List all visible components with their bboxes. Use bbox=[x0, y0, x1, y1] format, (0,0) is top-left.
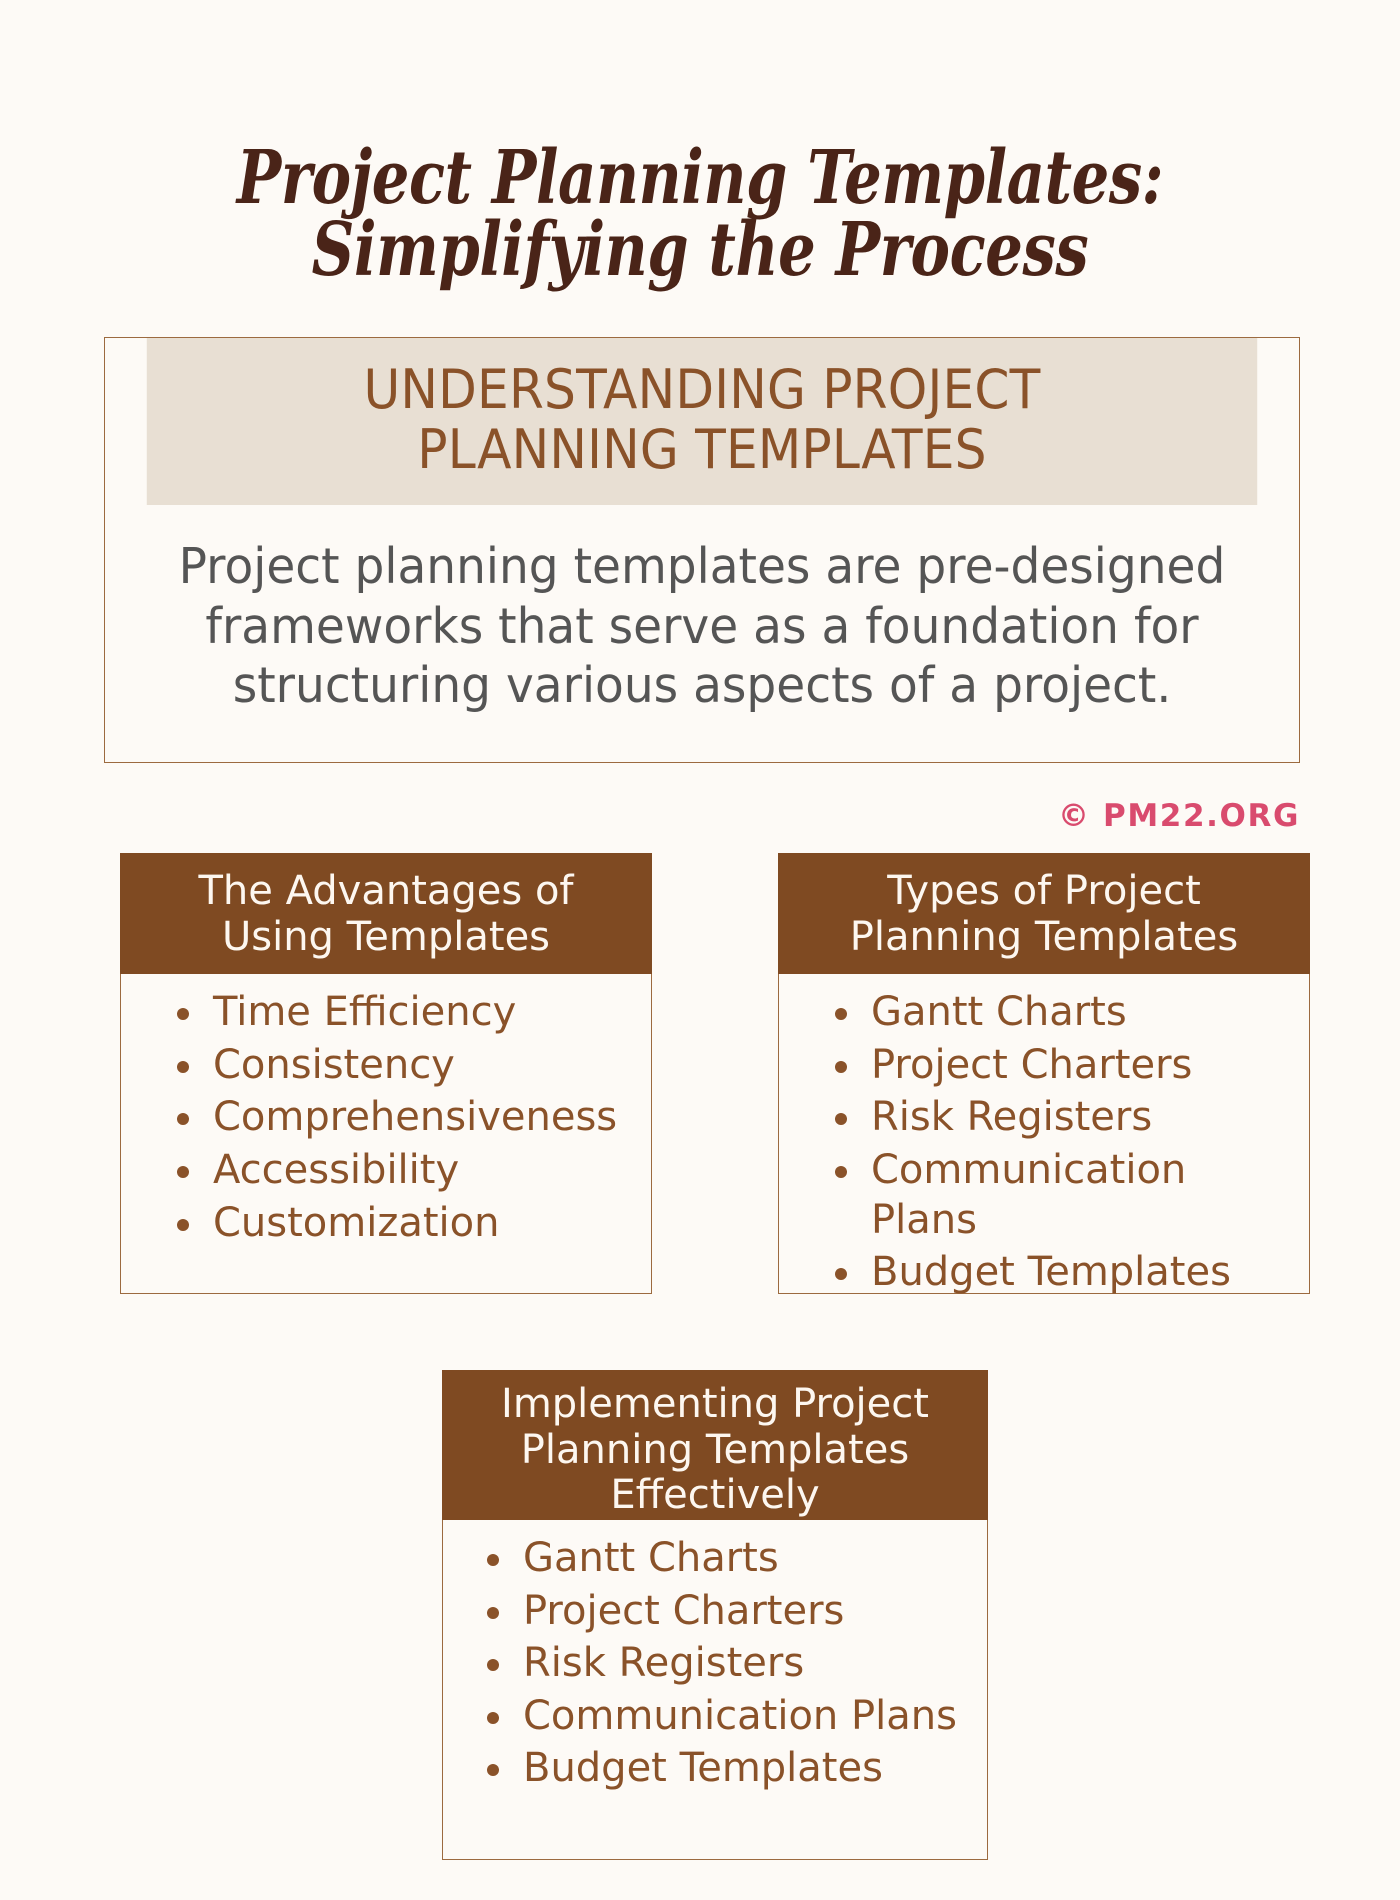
list-item: Customization bbox=[173, 1199, 637, 1249]
list-item: Communication Plans bbox=[831, 1146, 1295, 1245]
card-advantages-heading-line-2: Using Templates bbox=[221, 913, 551, 960]
card-types-list: Gantt Charts Project Charters Risk Regis… bbox=[779, 988, 1309, 1298]
card-advantages: The Advantages of Using Templates Time E… bbox=[120, 853, 652, 1295]
list-item: Gantt Charts bbox=[831, 988, 1295, 1038]
understanding-panel: UNDERSTANDING PROJECT PLANNING TEMPLATES… bbox=[104, 337, 1300, 764]
card-implementing-heading: Implementing Project Planning Templates … bbox=[442, 1370, 988, 1520]
page-title-line-1: Project Planning Templates: bbox=[236, 134, 1164, 221]
card-advantages-heading: The Advantages of Using Templates bbox=[120, 853, 652, 975]
understanding-panel-heading: UNDERSTANDING PROJECT PLANNING TEMPLATES bbox=[146, 338, 1258, 505]
list-item: Budget Templates bbox=[483, 1744, 973, 1794]
list-item: Comprehensiveness bbox=[173, 1093, 637, 1143]
list-item: Accessibility bbox=[173, 1146, 637, 1196]
card-types: Types of Project Planning Templates Gant… bbox=[778, 853, 1310, 1295]
page-title-line-2: Simplifying the Process bbox=[311, 207, 1089, 294]
list-item: Communication Plans bbox=[483, 1692, 973, 1742]
list-item: Project Charters bbox=[831, 1041, 1295, 1091]
list-item: Time Efficiency bbox=[173, 988, 637, 1038]
card-implementing-heading-line-3: Effectively bbox=[610, 1472, 820, 1519]
card-types-heading: Types of Project Planning Templates bbox=[778, 853, 1310, 975]
card-implementing-body: Gantt Charts Project Charters Risk Regis… bbox=[442, 1520, 988, 1860]
list-item: Project Charters bbox=[483, 1587, 973, 1637]
understanding-heading-line-1: UNDERSTANDING PROJECT bbox=[363, 358, 1041, 421]
list-item: Risk Registers bbox=[831, 1093, 1295, 1143]
card-types-body: Gantt Charts Project Charters Risk Regis… bbox=[778, 974, 1310, 1295]
card-advantages-body: Time Efficiency Consistency Comprehensiv… bbox=[120, 974, 652, 1295]
understanding-heading-line-2: PLANNING TEMPLATES bbox=[417, 418, 987, 482]
card-implementing-heading-line-2: Planning Templates bbox=[520, 1426, 910, 1473]
infographic-page: Project Planning Templates: Simplifying … bbox=[0, 0, 1400, 1900]
understanding-panel-body: Project planning templates are pre-desig… bbox=[178, 537, 1226, 715]
list-item: Risk Registers bbox=[483, 1639, 973, 1689]
watermark-pm22-org: © PM22.ORG bbox=[1058, 798, 1300, 834]
card-types-heading-line-1: Types of Project bbox=[887, 868, 1201, 914]
card-implementing: Implementing Project Planning Templates … bbox=[442, 1370, 988, 1860]
card-advantages-heading-line-1: The Advantages of bbox=[198, 868, 574, 914]
page-title: Project Planning Templates: Simplifying … bbox=[140, 134, 1260, 294]
list-item: Budget Templates bbox=[831, 1248, 1295, 1298]
list-item: Gantt Charts bbox=[483, 1534, 973, 1584]
card-implementing-list: Gantt Charts Project Charters Risk Regis… bbox=[443, 1534, 987, 1794]
list-item: Consistency bbox=[173, 1041, 637, 1091]
card-implementing-heading-line-1: Implementing Project bbox=[501, 1381, 929, 1427]
card-types-heading-line-2: Planning Templates bbox=[849, 913, 1239, 960]
card-advantages-list: Time Efficiency Consistency Comprehensiv… bbox=[121, 988, 651, 1248]
